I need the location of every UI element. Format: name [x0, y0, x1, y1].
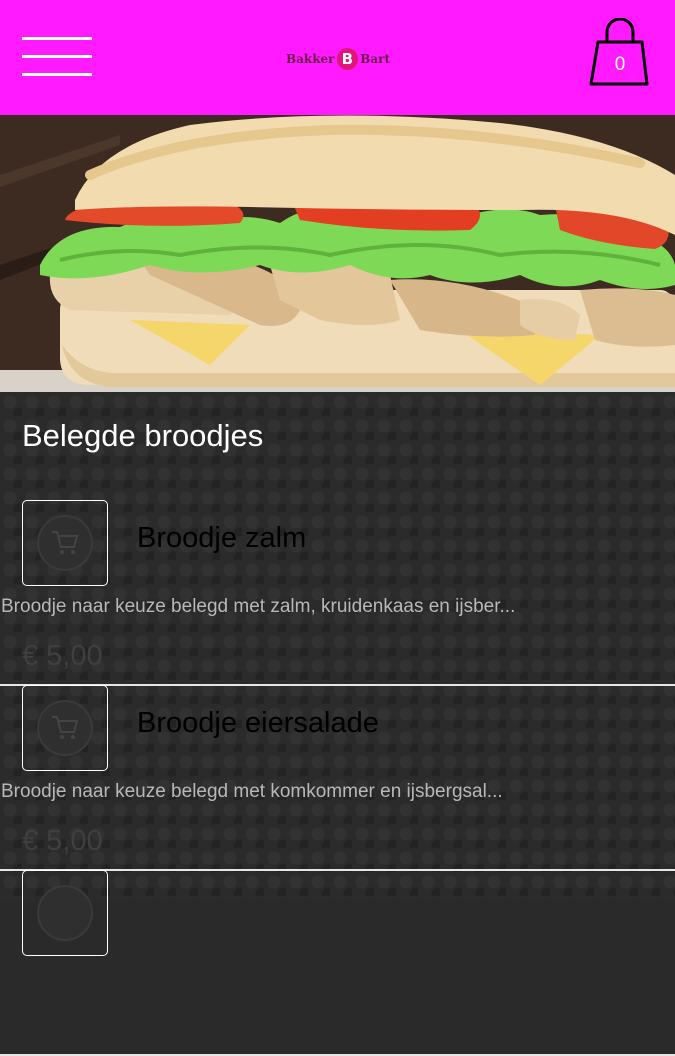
product-item[interactable]: Broodje zalm Broodje naar keuze belegd m… — [0, 500, 675, 686]
shopping-bag-icon — [589, 18, 649, 86]
product-item[interactable]: Broodje eiersalade Broodje naar keuze be… — [0, 685, 675, 871]
thumb-circle — [37, 885, 93, 941]
product-name: Broodje zalm — [137, 522, 307, 554]
app-header: Bakker B Bart 0 — [0, 0, 675, 115]
menu-bar — [22, 55, 92, 58]
product-description: Broodje naar keuze belegd met komkommer … — [1, 781, 503, 802]
logo-word-left: Bakker — [286, 52, 335, 66]
add-to-cart-button[interactable] — [22, 500, 108, 586]
add-to-cart-button[interactable] — [22, 870, 108, 956]
product-list-section: Belegde broodjes Broodje zalm Broodje na… — [0, 392, 675, 1056]
shopping-bag-button[interactable]: 0 — [588, 18, 652, 88]
add-to-cart-button[interactable] — [22, 685, 108, 771]
menu-bar — [22, 73, 92, 76]
logo-word-right: Bart — [360, 52, 390, 66]
menu-icon[interactable] — [22, 37, 92, 77]
cart-count: 0 — [614, 54, 626, 75]
sandwich-illustration — [0, 115, 675, 392]
cart-icon — [52, 716, 79, 739]
hero-sandwich-image — [0, 115, 675, 392]
logo-badge-icon: B — [336, 48, 359, 70]
product-description: Broodje naar keuze belegd met zalm, krui… — [1, 596, 516, 617]
bakker-bart-logo[interactable]: Bakker B Bart — [286, 46, 390, 72]
category-title: Belegde broodjes — [22, 418, 264, 453]
product-name: Broodje eiersalade — [137, 707, 379, 739]
product-price: € 5,00 — [22, 640, 103, 672]
product-price: € 5,00 — [22, 825, 103, 857]
cart-icon — [52, 531, 79, 554]
product-item[interactable] — [0, 870, 675, 1056]
menu-bar — [22, 37, 92, 40]
